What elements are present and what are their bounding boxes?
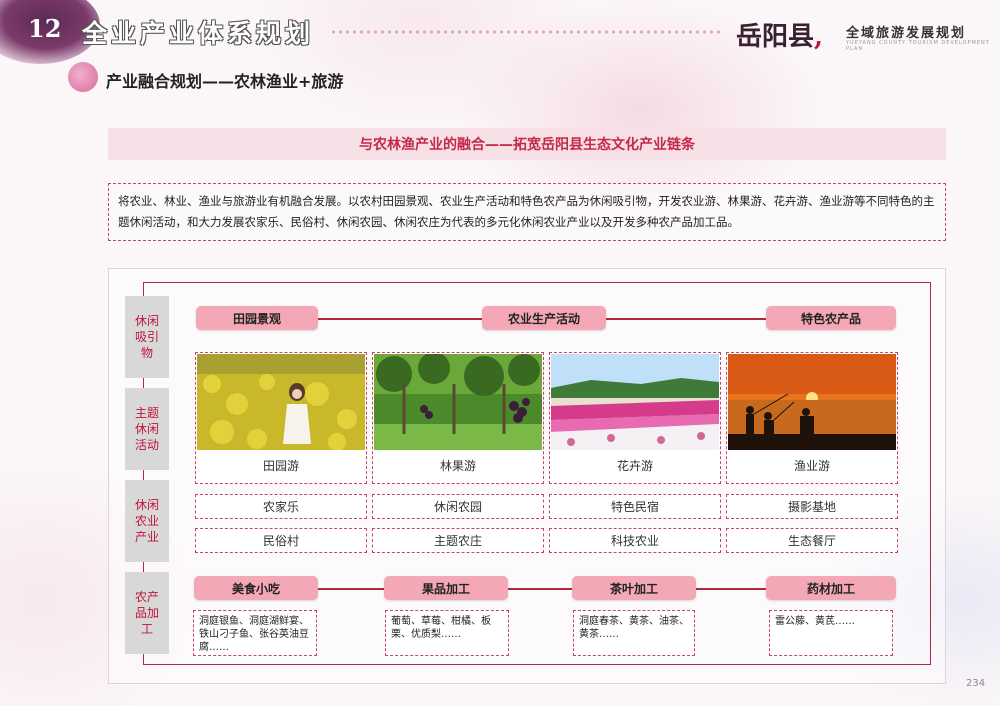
page-header: 12 全业产业体系规划 岳阳县, 全域旅游发展规划 YUEYANG COUNTY…: [0, 0, 1000, 64]
attraction-pill-landscape: 田园景观: [196, 306, 318, 330]
processing-products: 葡萄、草莓、柑橘、板栗、优质梨……: [385, 610, 509, 656]
connector-line: [606, 318, 766, 320]
attraction-pill-production: 农业生产活动: [482, 306, 606, 330]
activity-card: 花卉游: [549, 352, 721, 484]
sunset-fishing-photo: [728, 354, 896, 450]
dotted-divider: [330, 30, 720, 34]
processing-pill-fruit: 果品加工: [384, 576, 508, 600]
attraction-pill-products: 特色农产品: [766, 306, 896, 330]
activity-caption: 花卉游: [616, 459, 653, 473]
industry-item: 特色民宿: [549, 494, 721, 519]
connector-line: [508, 588, 572, 590]
industry-item: 科技农业: [549, 528, 721, 553]
processing-products: 洞庭银鱼、洞庭湖鲜宴、铁山刁子鱼、张谷英油豆腐……: [193, 610, 317, 656]
processing-pill-herbs: 药材加工: [766, 576, 896, 600]
activity-caption: 渔业游: [793, 459, 830, 473]
brand-subtitle-en: YUEYANG COUNTY TOURISM DEVELOPMENT PLAN: [846, 40, 990, 52]
side-label-activities: 主题休闲活动: [125, 388, 169, 470]
brand-logo: 岳阳县,: [736, 22, 824, 52]
activity-caption: 林果游: [439, 459, 476, 473]
page-title: 全业产业体系规划: [82, 19, 315, 48]
industry-item: 主题农庄: [372, 528, 544, 553]
flower-field-photo: [551, 354, 719, 450]
activity-card: 田园游: [195, 352, 367, 484]
brand-subtitle: 全域旅游发展规划: [846, 26, 967, 41]
rapeseed-field-photo: [197, 354, 365, 450]
industry-item: 休闲农园: [372, 494, 544, 519]
intro-paragraph: 将农业、林业、渔业与旅游业有机融合发展。以农村田园景观、农业生产活动和特色农产品…: [108, 183, 946, 241]
page-number: 234: [966, 678, 986, 689]
industry-item: 生态餐厅: [726, 528, 898, 553]
section-title: 产业融合规划——农林渔业+旅游: [106, 72, 344, 91]
side-label-processing: 农产品加工: [125, 572, 169, 654]
industry-item: 民俗村: [195, 528, 367, 553]
connector-line: [318, 318, 482, 320]
activity-caption: 田园游: [262, 459, 299, 473]
industry-item: 农家乐: [195, 494, 367, 519]
vineyard-photo: [374, 354, 542, 450]
banner-title: 与农林渔产业的融合——拓宽岳阳县生态文化产业链条: [359, 137, 695, 153]
industry-item: 摄影基地: [726, 494, 898, 519]
processing-products: 洞庭春茶、黄茶、油茶、黄茶……: [573, 610, 695, 656]
processing-pill-tea: 茶叶加工: [572, 576, 696, 600]
connector-line: [318, 588, 384, 590]
banner: 与农林渔产业的融合——拓宽岳阳县生态文化产业链条: [108, 128, 946, 160]
connector-line: [696, 588, 766, 590]
section-circle-icon: [68, 62, 98, 92]
side-label-attractions: 休闲吸引物: [125, 296, 169, 378]
activity-card: 渔业游: [726, 352, 898, 484]
processing-pill-snacks: 美食小吃: [194, 576, 318, 600]
processing-products: 雷公藤、黄芪……: [769, 610, 893, 656]
side-label-industry: 休闲农业产业: [125, 480, 169, 562]
chapter-number: 12: [28, 14, 62, 43]
activity-card: 林果游: [372, 352, 544, 484]
